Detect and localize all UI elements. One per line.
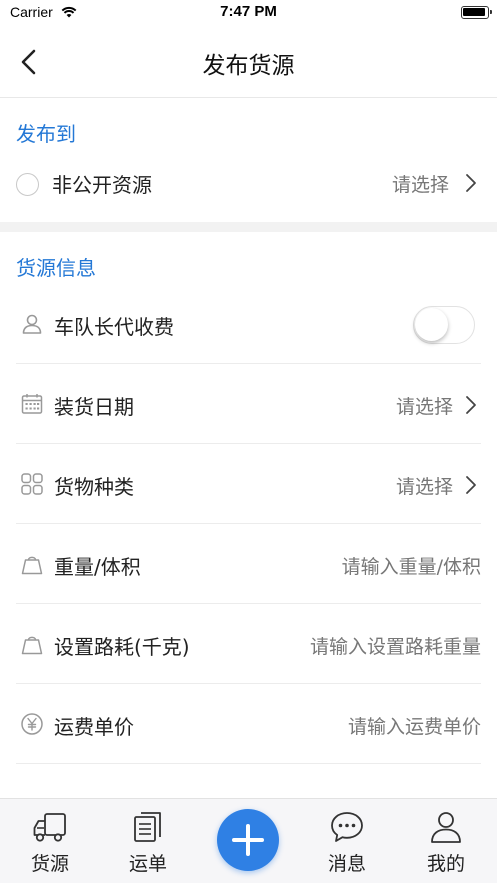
weight-icon: [21, 556, 43, 575]
row-label: 货物种类: [54, 475, 134, 499]
person-icon: [22, 314, 42, 334]
page-title: 发布货源: [202, 53, 295, 79]
tab-mine[interactable]: 我的: [406, 799, 486, 883]
weight-volume-input[interactable]: 请输入重量/体积: [342, 552, 481, 579]
cargo-type-row[interactable]: 货物种类 请选择: [16, 444, 481, 524]
row-label: 重量/体积: [54, 555, 141, 579]
loading-date-select[interactable]: 请选择: [396, 392, 453, 419]
private-resource-label[interactable]: 非公开资源: [52, 169, 152, 198]
tab-label: 消息: [327, 853, 366, 875]
next-row-partial: [16, 764, 481, 798]
publish-to-section: 发布到 非公开资源 请选择: [0, 98, 497, 222]
tab-cargo-source[interactable]: 货源: [10, 799, 90, 883]
weight-icon: [21, 636, 43, 655]
clock: 7:47 PM: [220, 3, 277, 20]
tab-waybill[interactable]: 运单: [108, 799, 188, 883]
tab-label: 货源: [30, 853, 69, 875]
grid-icon: [21, 473, 43, 495]
calendar-icon: [21, 394, 43, 414]
cargo-info-section: 货源信息 车队长代收费 装货日期 请选择 货物种类 请选择 重量/体积 请输入重…: [0, 232, 497, 798]
navigation-bar: 发布货源: [0, 26, 497, 98]
fleet-collect-fee-toggle[interactable]: [413, 306, 475, 344]
plus-icon: [232, 824, 264, 856]
person-icon: [431, 812, 461, 843]
yuan-icon: [21, 713, 43, 735]
tab-messages[interactable]: 消息: [307, 799, 387, 883]
publish-to-title: 发布到: [16, 122, 76, 146]
weight-volume-row: 重量/体积 请输入重量/体积: [16, 524, 481, 604]
private-resource-radio[interactable]: [16, 173, 39, 196]
chevron-right-icon: [466, 476, 476, 494]
freight-unit-price-input[interactable]: 请输入运费单价: [348, 712, 481, 739]
battery-icon: [461, 6, 492, 19]
freight-unit-price-row: 运费单价 请输入运费单价: [16, 684, 481, 764]
truck-icon: [33, 813, 66, 842]
tab-label: 运单: [128, 853, 167, 875]
cargo-type-select[interactable]: 请选择: [396, 472, 453, 499]
chevron-right-icon[interactable]: [465, 173, 477, 193]
row-label: 设置路耗(千克): [54, 635, 190, 659]
document-icon: [134, 812, 161, 842]
row-label: 车队长代收费: [54, 315, 174, 339]
route-loss-input[interactable]: 请输入设置路耗重量: [310, 632, 481, 659]
row-label: 运费单价: [54, 715, 134, 739]
section-divider: [0, 222, 497, 232]
chevron-right-icon: [466, 396, 476, 414]
loading-date-row[interactable]: 装货日期 请选择: [16, 364, 481, 444]
cargo-info-title: 货源信息: [16, 256, 96, 280]
add-cargo-button[interactable]: [217, 809, 279, 871]
tab-bar: 货源 运单 消息 我的: [0, 798, 497, 883]
publish-target-select[interactable]: 请选择: [392, 170, 449, 197]
fleet-collect-fee-row: 车队长代收费: [16, 284, 481, 364]
toggle-knob: [415, 308, 448, 341]
tab-label: 我的: [426, 853, 465, 875]
status-bar: Carrier 7:47 PM: [0, 0, 497, 26]
chat-bubble-icon: [331, 812, 363, 842]
row-label: 装货日期: [54, 395, 134, 419]
route-loss-row: 设置路耗(千克) 请输入设置路耗重量: [16, 604, 481, 684]
